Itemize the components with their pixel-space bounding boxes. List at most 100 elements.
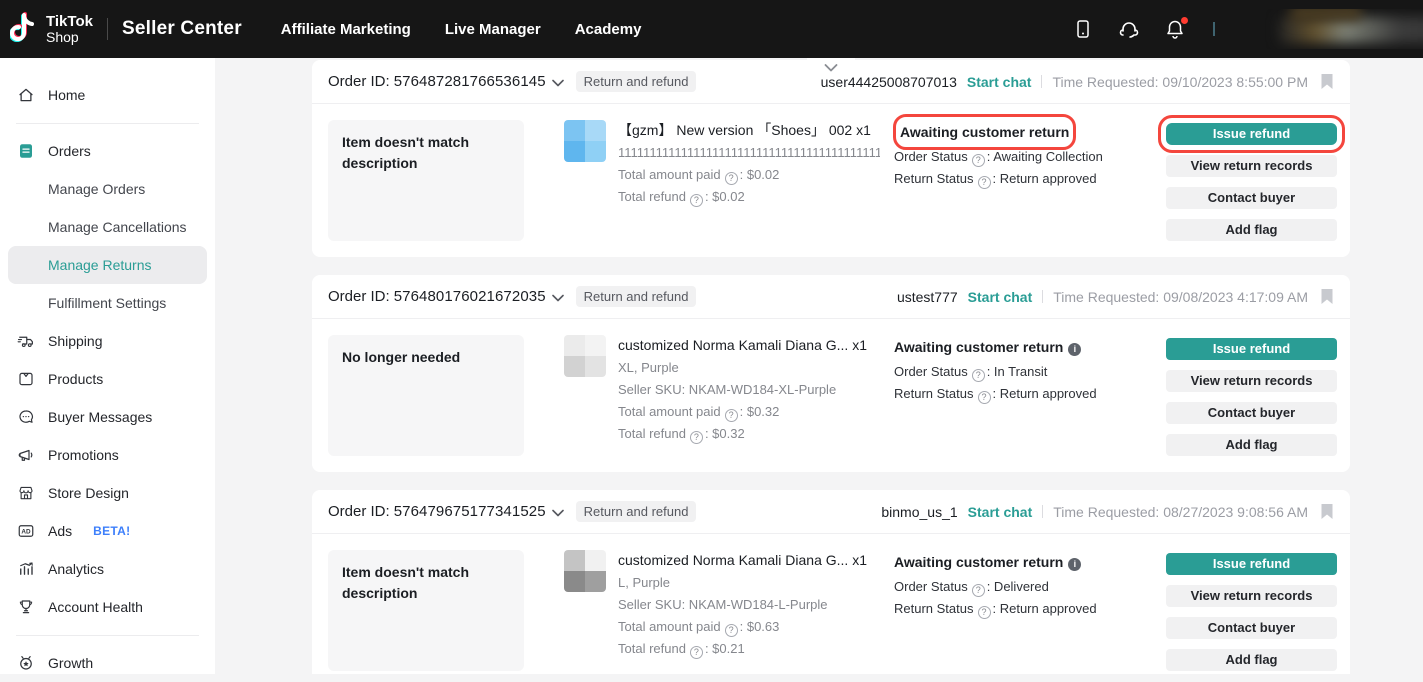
sidebar-item-orders[interactable]: Orders bbox=[8, 132, 207, 170]
sidebar-item-products[interactable]: Products bbox=[8, 360, 207, 398]
order-card-header: Order ID: 576479675177341525 Return and … bbox=[312, 490, 1350, 534]
help-icon[interactable]: ? bbox=[978, 606, 991, 619]
shipping-truck-icon bbox=[17, 332, 35, 350]
add-flag-button[interactable]: Add flag bbox=[1166, 649, 1337, 671]
buyer-username: ustest777 bbox=[897, 289, 958, 305]
header-vertical-divider bbox=[1041, 75, 1042, 88]
product-variation: 1111111111111111111111111111111111111111… bbox=[618, 142, 880, 164]
total-paid-value: : $0.02 bbox=[740, 167, 780, 182]
help-icon[interactable]: ? bbox=[978, 176, 991, 189]
sidebar-item-growth[interactable]: Growth bbox=[8, 644, 207, 682]
start-chat-link[interactable]: Start chat bbox=[968, 289, 1033, 305]
nav-academy[interactable]: Academy bbox=[575, 21, 642, 38]
orders-icon bbox=[17, 142, 35, 160]
product-image[interactable] bbox=[564, 550, 606, 592]
view-return-records-button[interactable]: View return records bbox=[1166, 370, 1337, 392]
product-title[interactable]: customized Norma Kamali Diana G... x1 bbox=[618, 335, 880, 355]
sidebar-item-label: Promotions bbox=[48, 447, 119, 463]
total-refund: Total refund?: $0.32 bbox=[618, 423, 880, 445]
order-id-chevron-icon[interactable] bbox=[552, 509, 564, 517]
notifications-bell-icon[interactable] bbox=[1165, 19, 1185, 39]
support-headset-icon[interactable] bbox=[1119, 19, 1139, 39]
sidebar-item-label: Fulfillment Settings bbox=[48, 295, 166, 311]
sidebar-item-ads[interactable]: AD Ads BETA! bbox=[8, 512, 207, 550]
trophy-icon bbox=[17, 598, 35, 616]
view-return-records-button[interactable]: View return records bbox=[1166, 155, 1337, 177]
nav-live-manager[interactable]: Live Manager bbox=[445, 21, 541, 38]
sidebar-item-manage-cancellations[interactable]: Manage Cancellations bbox=[8, 208, 207, 246]
help-icon[interactable]: ? bbox=[972, 584, 985, 597]
ads-icon: AD bbox=[17, 522, 35, 540]
total-refund-value: : $0.32 bbox=[705, 426, 745, 441]
add-flag-button[interactable]: Add flag bbox=[1166, 434, 1337, 456]
bookmark-icon[interactable] bbox=[1320, 73, 1334, 90]
tiktok-shop-logo[interactable]: TikTok Shop bbox=[10, 12, 93, 46]
mobile-app-icon[interactable] bbox=[1073, 19, 1093, 39]
return-status-value: : Return approved bbox=[993, 601, 1097, 616]
help-icon[interactable]: ? bbox=[725, 624, 738, 637]
product-variation: XL, Purple bbox=[618, 357, 880, 379]
sidebar-item-account-health[interactable]: Account Health bbox=[8, 588, 207, 626]
order-card: Order ID: 576487281766536145 Return and … bbox=[312, 60, 1350, 257]
sidebar-item-label: Manage Cancellations bbox=[48, 219, 187, 235]
sidebar-item-home[interactable]: Home bbox=[8, 76, 207, 114]
bookmark-icon[interactable] bbox=[1320, 503, 1334, 520]
order-id-chevron-icon[interactable] bbox=[552, 79, 564, 87]
product-title[interactable]: customized Norma Kamali Diana G... x1 bbox=[618, 550, 880, 570]
product-section: customized Norma Kamali Diana G... x1 L,… bbox=[564, 550, 894, 671]
start-chat-link[interactable]: Start chat bbox=[968, 504, 1033, 520]
product-variation: L, Purple bbox=[618, 572, 880, 594]
sidebar-item-fulfillment-settings[interactable]: Fulfillment Settings bbox=[8, 284, 207, 322]
info-icon[interactable]: i bbox=[1068, 343, 1081, 356]
home-icon bbox=[17, 86, 35, 104]
issue-refund-button[interactable]: Issue refund bbox=[1166, 338, 1337, 360]
help-icon[interactable]: ? bbox=[972, 369, 985, 382]
product-section: 【gzm】 New version 「Shoes」 002 x1 1111111… bbox=[564, 120, 894, 241]
add-flag-button[interactable]: Add flag bbox=[1166, 219, 1337, 241]
order-card-body: Item doesn't match description 【gzm】 New… bbox=[312, 104, 1350, 257]
sidebar-item-store-design[interactable]: Store Design bbox=[8, 474, 207, 512]
order-id-value: 576487281766536145 bbox=[394, 73, 546, 90]
order-status-label: Order Status bbox=[894, 364, 968, 379]
start-chat-link[interactable]: Start chat bbox=[967, 74, 1032, 90]
product-image[interactable] bbox=[564, 120, 606, 162]
order-card-header: Order ID: 576480176021672035 Return and … bbox=[312, 275, 1350, 319]
product-qty: x1 bbox=[852, 337, 867, 353]
chevron-down-icon bbox=[824, 64, 838, 72]
sidebar-item-analytics[interactable]: Analytics bbox=[8, 550, 207, 588]
products-box-icon bbox=[17, 370, 35, 388]
product-image[interactable] bbox=[564, 335, 606, 377]
sidebar-item-promotions[interactable]: Promotions bbox=[8, 436, 207, 474]
logo-text-shop: Shop bbox=[46, 30, 93, 45]
order-id-chevron-icon[interactable] bbox=[552, 294, 564, 302]
contact-buyer-button[interactable]: Contact buyer bbox=[1166, 402, 1337, 424]
total-refund: Total refund?: $0.21 bbox=[618, 638, 880, 660]
help-icon[interactable]: ? bbox=[690, 431, 703, 444]
tiktok-note-icon bbox=[10, 12, 40, 46]
view-return-records-button[interactable]: View return records bbox=[1166, 585, 1337, 607]
sidebar-item-shipping[interactable]: Shipping bbox=[8, 322, 207, 360]
return-status-title-highlighted: Awaiting customer return bbox=[900, 121, 1069, 143]
help-icon[interactable]: ? bbox=[972, 154, 985, 167]
issue-refund-button-highlighted[interactable]: Issue refund bbox=[1166, 123, 1337, 145]
help-icon[interactable]: ? bbox=[690, 194, 703, 207]
account-info-redacted[interactable] bbox=[1251, 9, 1423, 49]
sidebar-item-buyer-messages[interactable]: Buyer Messages bbox=[8, 398, 207, 436]
product-title-text: 【gzm】 New version 「Shoes」 002 bbox=[618, 122, 852, 138]
nav-affiliate-marketing[interactable]: Affiliate Marketing bbox=[281, 21, 411, 38]
issue-refund-button[interactable]: Issue refund bbox=[1166, 553, 1337, 575]
bookmark-icon[interactable] bbox=[1320, 288, 1334, 305]
help-icon[interactable]: ? bbox=[725, 172, 738, 185]
info-icon[interactable]: i bbox=[1068, 558, 1081, 571]
help-icon[interactable]: ? bbox=[690, 646, 703, 659]
seller-center-title: Seller Center bbox=[122, 18, 242, 40]
contact-buyer-button[interactable]: Contact buyer bbox=[1166, 187, 1337, 209]
product-title[interactable]: 【gzm】 New version 「Shoes」 002 x1 bbox=[618, 120, 880, 140]
collapse-tab[interactable] bbox=[807, 58, 855, 77]
total-amount-paid: Total amount paid?: $0.63 bbox=[618, 616, 880, 638]
help-icon[interactable]: ? bbox=[725, 409, 738, 422]
sidebar-item-manage-returns[interactable]: Manage Returns bbox=[8, 246, 207, 284]
sidebar-item-manage-orders[interactable]: Manage Orders bbox=[8, 170, 207, 208]
contact-buyer-button[interactable]: Contact buyer bbox=[1166, 617, 1337, 639]
help-icon[interactable]: ? bbox=[978, 391, 991, 404]
